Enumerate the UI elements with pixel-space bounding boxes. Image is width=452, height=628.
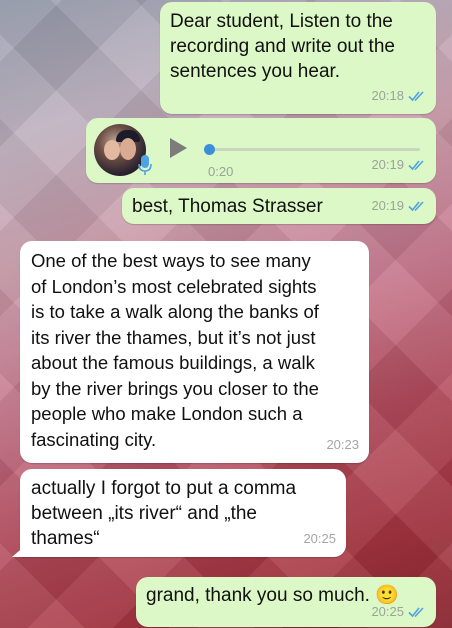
message-meta: 20:25 — [371, 599, 426, 624]
voice-progress-track[interactable] — [204, 144, 420, 155]
message-text: Dear student, Listen to the recording an… — [170, 11, 395, 82]
message-meta: 20:18 — [371, 83, 426, 108]
message-time: 20:19 — [371, 157, 404, 172]
message-text: actually I forgot to put a comma between… — [31, 478, 297, 549]
message-outgoing[interactable]: Dear student, Listen to the recording an… — [160, 2, 436, 114]
voice-message[interactable]: 0:20 20:19 — [86, 118, 436, 183]
message-meta: 20:19 — [371, 193, 426, 218]
message-meta: 20:23 — [326, 432, 359, 457]
message-time: 20:25 — [303, 531, 336, 546]
double-check-icon — [408, 606, 424, 617]
message-outgoing[interactable]: best, Thomas Strasser 20:19 — [122, 188, 436, 224]
double-check-icon — [408, 200, 424, 211]
message-meta: 20:25 — [303, 526, 336, 551]
voice-progress-handle[interactable] — [204, 144, 215, 155]
microphone-icon — [138, 155, 152, 175]
message-outgoing[interactable]: grand, thank you so much. 🙂 20:25 — [136, 577, 436, 627]
double-check-icon — [408, 90, 424, 101]
message-time: 20:23 — [326, 437, 359, 452]
message-text: One of the best ways to see many of Lond… — [31, 250, 319, 450]
message-incoming[interactable]: actually I forgot to put a comma between… — [12, 469, 346, 557]
message-time: 20:18 — [371, 88, 404, 103]
message-meta: 20:19 — [371, 152, 426, 177]
chat-area: Dear student, Listen to the recording an… — [0, 0, 452, 628]
message-incoming[interactable]: One of the best ways to see many of Lond… — [20, 241, 369, 463]
message-time: 20:19 — [371, 198, 404, 213]
play-icon[interactable] — [170, 138, 187, 158]
message-time: 20:25 — [371, 604, 404, 619]
double-check-icon — [408, 159, 424, 170]
voice-duration: 0:20 — [208, 164, 234, 179]
